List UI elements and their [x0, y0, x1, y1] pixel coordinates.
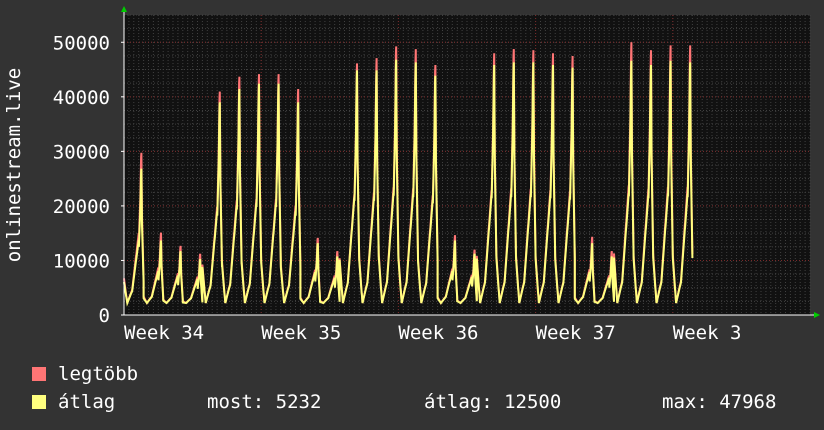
y-tick-label: 40000	[53, 87, 110, 109]
y-tick-label: 0	[99, 305, 110, 327]
y-tick-label: 10000	[53, 250, 110, 272]
traffic-chart: 0 10000 20000 30000 40000 50000 Week 34 Week 35…	[3, 6, 820, 344]
y-tick-label: 30000	[53, 141, 110, 163]
x-tick-label: Week 35	[261, 322, 341, 344]
x-tick-label: Week 3	[673, 322, 742, 344]
x-tick-label: Week 36	[398, 322, 478, 344]
y-tick-label: 20000	[53, 196, 110, 218]
y-tick-label: 50000	[53, 32, 110, 54]
y-axis-label: onlinestream.live	[3, 68, 25, 262]
x-tick-label: Week 37	[536, 322, 616, 344]
x-axis-arrow	[814, 312, 820, 318]
x-tick-label: Week 34	[124, 322, 204, 344]
y-axis-arrow	[121, 6, 127, 12]
